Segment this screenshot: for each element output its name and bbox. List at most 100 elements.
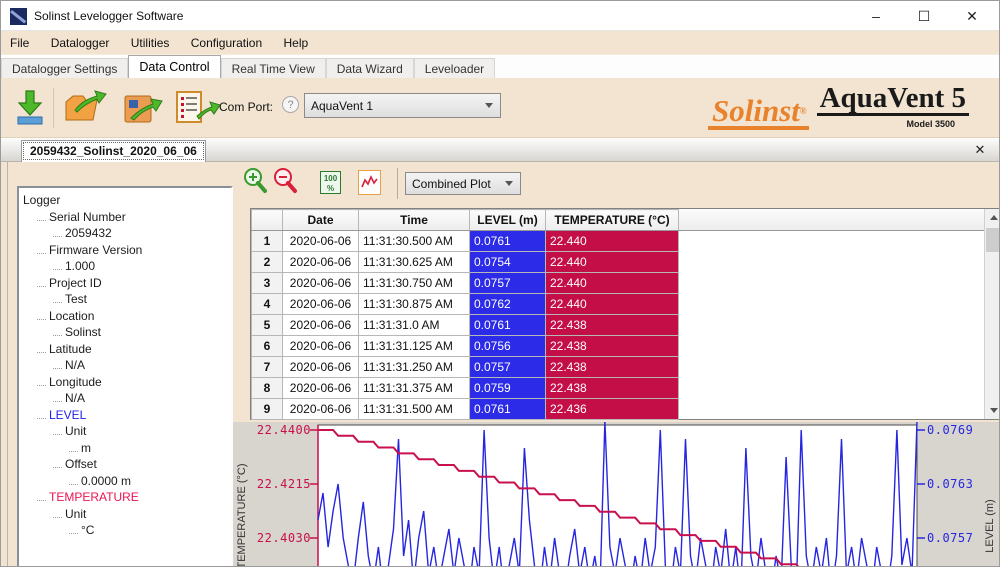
tree-item-latitude-value[interactable]: N/A xyxy=(23,357,229,374)
level-axis-label: LEVEL (m) xyxy=(984,481,996,567)
tree-connector xyxy=(69,480,78,485)
row-num: 9 xyxy=(252,399,283,420)
header-date[interactable]: Date xyxy=(283,210,359,231)
cell-time: 11:31:31.125 AM xyxy=(359,336,470,357)
header-temperature[interactable]: TEMPERATURE (°C) xyxy=(546,210,679,231)
temperature-axis-label: TEMPERATURE (°C) xyxy=(236,433,248,567)
zoom-100-icon[interactable]: 100% xyxy=(320,171,341,194)
cell-temperature: 22.438 xyxy=(546,378,679,399)
row-num: 4 xyxy=(252,294,283,315)
tree-item-serial-value[interactable]: 2059432 xyxy=(23,225,229,242)
level-axis-tick: 0.0769 xyxy=(927,423,973,437)
temp-axis-tick: 22.4030 xyxy=(257,531,311,545)
plot-view-select[interactable]: Combined Plot xyxy=(405,172,521,195)
toolbar-separator xyxy=(53,88,54,128)
registered-mark: ® xyxy=(800,106,807,116)
tab-real-time-view[interactable]: Real Time View xyxy=(221,58,326,78)
cell-temperature: 22.440 xyxy=(546,252,679,273)
download-data-icon[interactable] xyxy=(13,88,47,129)
row-num: 7 xyxy=(252,357,283,378)
tree-item-longitude-value[interactable]: N/A xyxy=(23,390,229,407)
cell-time: 11:31:31.375 AM xyxy=(359,378,470,399)
tree-item-level-unit-value[interactable]: m xyxy=(23,440,229,457)
tree-item-temp-unit-value[interactable]: °C xyxy=(23,522,229,539)
tree-item-longitude[interactable]: Longitude xyxy=(23,374,229,391)
cell-temperature: 22.440 xyxy=(546,231,679,252)
row-num: 2 xyxy=(252,252,283,273)
tree-item-location-value[interactable]: Solinst xyxy=(23,324,229,341)
tree-item-temperature[interactable]: TEMPERATURE xyxy=(23,489,229,506)
menu-help[interactable]: Help xyxy=(275,31,318,55)
tree-connector xyxy=(37,381,46,386)
plot-view-value: Combined Plot xyxy=(406,177,505,191)
scrollbar-thumb[interactable] xyxy=(986,228,1000,252)
tree-item-serial-number[interactable]: Serial Number xyxy=(23,209,229,226)
table-row: 12020-06-0611:31:30.500 AM0.076122.440 xyxy=(252,231,985,252)
table-row: 32020-06-0611:31:30.750 AM0.075722.440 xyxy=(252,273,985,294)
cell-time: 11:31:31.500 AM xyxy=(359,399,470,420)
tab-data-control[interactable]: Data Control xyxy=(128,55,220,78)
menu-bar: File Datalogger Utilities Configuration … xyxy=(1,31,999,55)
tree-item-logger[interactable]: Logger xyxy=(23,192,229,209)
cell-temperature: 22.438 xyxy=(546,336,679,357)
tab-datalogger-settings[interactable]: Datalogger Settings xyxy=(1,58,128,78)
tree-item-project-id[interactable]: Project ID xyxy=(23,275,229,292)
com-port-label: Com Port: xyxy=(219,100,273,114)
cell-level: 0.0759 xyxy=(470,378,546,399)
plot-toolbar-separator xyxy=(397,168,398,199)
level-axis-tick: 0.0763 xyxy=(927,477,973,491)
tree-item-offset[interactable]: Offset xyxy=(23,456,229,473)
cell-date: 2020-06-06 xyxy=(283,315,359,336)
menu-utilities[interactable]: Utilities xyxy=(122,31,179,55)
graph-icon[interactable] xyxy=(358,170,381,195)
cell-date: 2020-06-06 xyxy=(283,378,359,399)
file-close-icon[interactable]: ✕ xyxy=(971,141,989,159)
file-tab[interactable]: 2059432_Solinst_2020_06_06 xyxy=(21,140,206,162)
zoom-in-icon[interactable] xyxy=(242,167,268,198)
maximize-button[interactable]: ☐ xyxy=(901,1,947,31)
tree-item-firmware[interactable]: Firmware Version xyxy=(23,242,229,259)
header-time[interactable]: Time xyxy=(359,210,470,231)
minimize-button[interactable]: – xyxy=(853,1,899,31)
scroll-down-icon[interactable] xyxy=(985,402,1000,419)
tab-data-wizard[interactable]: Data Wizard xyxy=(326,58,414,78)
menu-file[interactable]: File xyxy=(1,31,38,55)
cell-date: 2020-06-06 xyxy=(283,357,359,378)
tree-connector xyxy=(53,232,62,237)
tree-connector xyxy=(37,496,46,501)
export-data-icon[interactable] xyxy=(173,88,221,129)
app-window: Solinst Levelogger Software – ☐ ✕ File D… xyxy=(0,0,1000,567)
table-scrollbar[interactable] xyxy=(984,209,1000,419)
zoom-out-icon[interactable] xyxy=(272,167,298,198)
header-level[interactable]: LEVEL (m) xyxy=(470,210,546,231)
import-data-icon[interactable] xyxy=(121,88,163,129)
tree-connector xyxy=(37,249,46,254)
tree-item-firmware-value[interactable]: 1.000 xyxy=(23,258,229,275)
row-num: 3 xyxy=(252,273,283,294)
cell-temperature: 22.440 xyxy=(546,294,679,315)
tree-item-project-value[interactable]: Test xyxy=(23,291,229,308)
tab-leveloader[interactable]: Leveloader xyxy=(414,58,495,78)
cell-time: 11:31:30.875 AM xyxy=(359,294,470,315)
menu-configuration[interactable]: Configuration xyxy=(182,31,271,55)
table-header-row: Date Time LEVEL (m) TEMPERATURE (°C) xyxy=(252,210,985,231)
tree-item-location[interactable]: Location xyxy=(23,308,229,325)
com-port-select[interactable]: AquaVent 1 xyxy=(304,93,501,118)
tree-connector xyxy=(53,463,62,468)
cell-date: 2020-06-06 xyxy=(283,336,359,357)
tree-item-offset-value[interactable]: 0.0000 m xyxy=(23,473,229,490)
cell-date: 2020-06-06 xyxy=(283,399,359,420)
open-data-file-icon[interactable] xyxy=(63,88,107,129)
tree-item-temp-unit[interactable]: Unit xyxy=(23,506,229,523)
tree-item-level[interactable]: LEVEL xyxy=(23,407,229,424)
tree-item-latitude[interactable]: Latitude xyxy=(23,341,229,358)
cell-time: 11:31:31.250 AM xyxy=(359,357,470,378)
tree-item-level-unit[interactable]: Unit xyxy=(23,423,229,440)
scroll-up-icon[interactable] xyxy=(985,209,1000,226)
menu-datalogger[interactable]: Datalogger xyxy=(42,31,119,55)
app-icon xyxy=(10,8,27,25)
table-row: 82020-06-0611:31:31.375 AM0.075922.438 xyxy=(252,378,985,399)
help-icon[interactable]: ? xyxy=(282,96,299,113)
cell-time: 11:31:30.625 AM xyxy=(359,252,470,273)
close-button[interactable]: ✕ xyxy=(949,1,995,31)
